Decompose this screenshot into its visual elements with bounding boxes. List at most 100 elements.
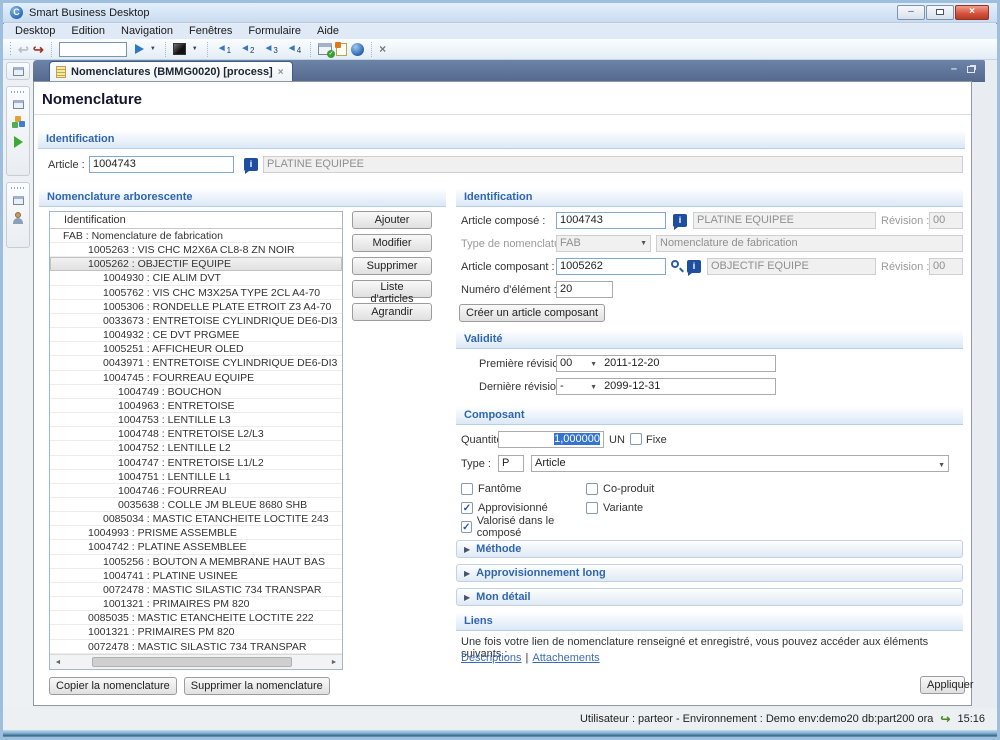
tree-row[interactable]: 1004930 : CIE ALIM DVT: [50, 271, 342, 285]
tree-row[interactable]: 1004745 : FOURREAU EQUIPE: [50, 371, 342, 385]
supprimer-la-nomenclature-button[interactable]: Supprimer la nomenclature: [183, 677, 330, 695]
tree-row[interactable]: 0085034 : MASTIC ETANCHEITE LOCTITE 243: [50, 512, 342, 526]
tree-row[interactable]: 1004752 : LENTILLE L2: [50, 441, 342, 455]
modules-icon[interactable]: [11, 116, 25, 129]
tree-row[interactable]: 1001321 : PRIMAIRES PM 820: [50, 625, 342, 639]
tree-row[interactable]: 1005256 : BOUTON A MEMBRANE HAUT BAS: [50, 555, 342, 569]
window-icon[interactable]: [12, 196, 24, 205]
article-compose-input[interactable]: 1004743: [556, 212, 666, 229]
supprimer-button[interactable]: Supprimer: [352, 257, 432, 275]
run-icon[interactable]: [134, 44, 144, 54]
checkbox-fant-me[interactable]: [461, 482, 473, 495]
validate-window-icon[interactable]: ✓: [318, 43, 336, 58]
tree-row[interactable]: 1001321 : PRIMAIRES PM 820: [50, 597, 342, 611]
create-composant-button[interactable]: Créer un article composant: [459, 304, 606, 322]
tree-row[interactable]: 1005262 : OBJECTIF EQUIPE: [50, 257, 342, 272]
menu-item-aide[interactable]: Aide: [309, 24, 347, 39]
nav-arrow-2-icon[interactable]: ◄ 2: [240, 43, 254, 55]
view-restore-icon[interactable]: [967, 65, 975, 73]
tree-column-header[interactable]: Identification: [50, 212, 342, 229]
tree-row[interactable]: 1004742 : PLATINE ASSEMBLEE: [50, 540, 342, 554]
tree-row[interactable]: 1005251 : AFFICHEUR OLED: [50, 342, 342, 356]
checkbox-item-co-produit[interactable]: Co-produit: [586, 479, 881, 498]
view-minimize-icon[interactable]: –: [951, 64, 957, 75]
tree-row[interactable]: 1005263 : VIS CHC M2X6A CL8-8 ZN NOIR: [50, 243, 342, 257]
checkbox-fixe[interactable]: [630, 433, 642, 445]
checkbox-approvisionn[interactable]: ✓: [461, 501, 473, 514]
chevron-down-icon[interactable]: ▼: [938, 458, 945, 471]
chevron-down-icon[interactable]: ▼: [590, 361, 597, 368]
liste-d-articles-button[interactable]: Liste d'articles: [352, 280, 432, 305]
numero-element-input[interactable]: 20: [556, 281, 613, 298]
checkbox-co-produit[interactable]: [586, 482, 598, 495]
tree-row[interactable]: 1004753 : LENTILLE L3: [50, 413, 342, 427]
new-note-icon[interactable]: [335, 41, 348, 56]
tree-row[interactable]: 1004932 : CE DVT PRGMEE: [50, 328, 342, 342]
tree-row[interactable]: 0072478 : MASTIC SILASTIC 734 TRANSPAR: [50, 583, 342, 597]
drag-handle-icon[interactable]: [11, 91, 25, 93]
section-collapsed-mon-d-tail[interactable]: ▶ Mon détail: [456, 588, 963, 606]
window-icon[interactable]: [12, 100, 24, 109]
display-mode-dropdown-icon[interactable]: ▼: [192, 46, 198, 52]
checkbox-item-fant-me[interactable]: Fantôme: [461, 479, 586, 498]
article-composant-input[interactable]: 1005262: [556, 258, 666, 275]
agrandir-button[interactable]: Agrandir: [352, 303, 432, 321]
checkbox-variante[interactable]: [586, 501, 598, 514]
nav-arrow-4-icon[interactable]: ◄ 4: [287, 43, 301, 55]
article-input[interactable]: 1004743: [89, 156, 234, 173]
user-icon[interactable]: [12, 212, 24, 225]
ajouter-button[interactable]: Ajouter: [352, 211, 432, 229]
section-collapsed-m-thode[interactable]: ▶ Méthode: [456, 540, 963, 558]
modifier-button[interactable]: Modifier: [352, 234, 432, 252]
display-mode-icon[interactable]: [172, 43, 186, 55]
window-icon[interactable]: [12, 67, 24, 76]
tree-row[interactable]: 1004751 : LENTILLE L1: [50, 470, 342, 484]
menu-item-edition[interactable]: Edition: [63, 24, 113, 39]
tree-row[interactable]: 1004748 : ENTRETOISE L2/L3: [50, 427, 342, 441]
horizontal-scrollbar[interactable]: ◄ ►: [50, 654, 342, 669]
scrollbar-thumb[interactable]: [92, 657, 292, 667]
info-icon[interactable]: i: [687, 260, 701, 276]
menu-item-fen-tres[interactable]: Fenêtres: [181, 24, 240, 39]
info-icon[interactable]: i: [244, 158, 258, 174]
tree-row[interactable]: 1004741 : PLATINE USINEE: [50, 569, 342, 583]
derniere-revision-field[interactable]: - ▼ 2099-12-31: [556, 378, 776, 395]
scroll-right-icon[interactable]: ►: [327, 656, 341, 668]
drag-handle-icon[interactable]: [11, 187, 25, 189]
menu-item-navigation[interactable]: Navigation: [113, 24, 181, 39]
run-dropdown-icon[interactable]: ▼: [150, 46, 156, 52]
maximize-button[interactable]: [926, 5, 954, 20]
tab-nomenclatures[interactable]: Nomenclatures (BMMG0020) [process] ×: [49, 61, 293, 82]
type-code-input[interactable]: P: [498, 455, 524, 472]
checkbox-valoris-dans-le-compos[interactable]: ✓: [461, 520, 472, 533]
close-button[interactable]: ×: [955, 5, 989, 20]
checkbox-item-valoris-dans-le-compos[interactable]: ✓ Valorisé dans le composé: [461, 515, 586, 539]
tree-row[interactable]: FAB : Nomenclature de fabrication: [50, 229, 342, 243]
user-session-icon[interactable]: [351, 42, 365, 56]
close-view-icon[interactable]: ×: [379, 42, 386, 56]
menu-item-formulaire[interactable]: Formulaire: [240, 24, 309, 39]
search-icon[interactable]: [670, 259, 684, 274]
chevron-down-icon[interactable]: ▼: [590, 384, 597, 391]
tree-row[interactable]: 1004963 : ENTRETOISE: [50, 399, 342, 413]
back-arrow-icon[interactable]: ↩: [18, 42, 29, 57]
play-icon[interactable]: [13, 136, 23, 148]
tree-row[interactable]: 1005762 : VIS CHC M3X25A TYPE 2CL A4-70: [50, 286, 342, 300]
tree-row[interactable]: 1004747 : ENTRETOISE L1/L2: [50, 456, 342, 470]
forward-arrow-icon[interactable]: ↪: [33, 42, 44, 57]
tree-row[interactable]: 0043971 : ENTRETOISE CYLINDRIQUE DE6-DI3: [50, 356, 342, 370]
tree-row[interactable]: 1004746 : FOURREAU: [50, 484, 342, 498]
scroll-left-icon[interactable]: ◄: [51, 656, 65, 668]
link-descriptions[interactable]: Descriptions: [461, 652, 522, 664]
tree-row[interactable]: 0033673 : ENTRETOISE CYLINDRIQUE DE6-DI3: [50, 314, 342, 328]
command-input[interactable]: [58, 41, 127, 57]
tree-row[interactable]: 1004749 : BOUCHON: [50, 385, 342, 399]
apply-button[interactable]: Appliquer: [920, 676, 973, 694]
quantite-input[interactable]: 1,000000: [498, 431, 604, 448]
tree-row[interactable]: 1005306 : RONDELLE PLATE ETROIT Z3 A4-70: [50, 300, 342, 314]
sync-arrows-icon[interactable]: ↪: [940, 713, 950, 725]
section-collapsed-approvisionnement-long[interactable]: ▶ Approvisionnement long: [456, 564, 963, 582]
tree-row[interactable]: 0072478 : MASTIC SILASTIC 734 TRANSPAR: [50, 640, 342, 654]
nav-arrow-3-icon[interactable]: ◄ 3: [263, 43, 277, 55]
tree-row[interactable]: 0085035 : MASTIC ETANCHEITE LOCTITE 222: [50, 611, 342, 625]
